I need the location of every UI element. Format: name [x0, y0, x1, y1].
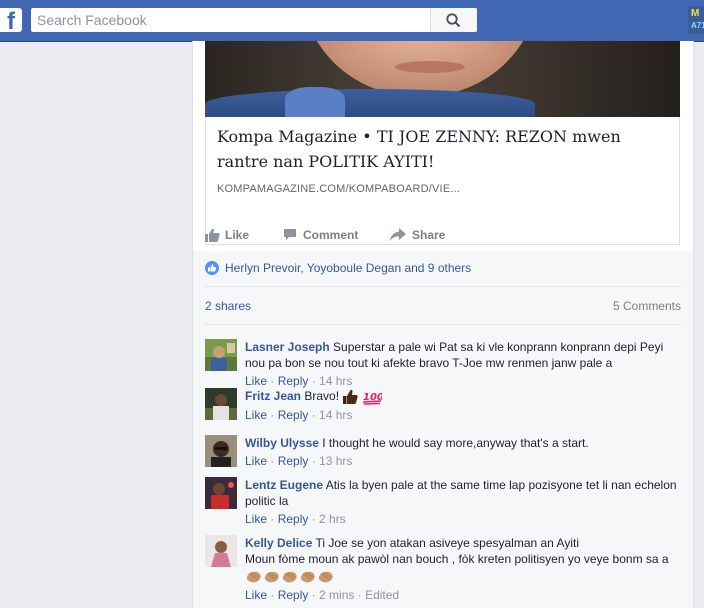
comment-icon: [284, 229, 296, 240]
post-actions: Like Comment Share: [205, 219, 680, 252]
edited-label[interactable]: Edited: [365, 588, 399, 602]
comment-like-link[interactable]: Like: [245, 512, 267, 526]
search-icon: [446, 13, 461, 28]
comment-time[interactable]: 13 hrs: [319, 454, 352, 468]
comment-like-link[interactable]: Like: [245, 454, 267, 468]
comment-text: Bravo!: [304, 389, 340, 403]
comment-reply-link[interactable]: Reply: [278, 408, 309, 422]
search-box: [31, 8, 477, 32]
comment-reply-link[interactable]: Reply: [278, 374, 309, 388]
comment-meta: Like · Reply · 2 hrs: [245, 512, 346, 526]
comment-like-link[interactable]: Like: [245, 374, 267, 388]
top-bar: f M A71N: [0, 0, 704, 42]
comment-like-link[interactable]: Like: [245, 588, 267, 602]
comment-meta: Like · Reply · 14 hrs: [245, 374, 353, 388]
avatar[interactable]: [205, 388, 237, 420]
clapping-hands-icon: [300, 571, 315, 583]
comment-text: I thought he would say more,anyway that'…: [322, 436, 589, 450]
comment-reply-link[interactable]: Reply: [278, 588, 309, 602]
facebook-logo[interactable]: f: [0, 8, 22, 32]
link-preview-image[interactable]: [205, 41, 680, 117]
comment-author[interactable]: Lasner Joseph: [245, 340, 330, 354]
comment-text-line-2: Moun fòme moun ak pawòl nan bouch , fòk …: [245, 552, 669, 566]
comments-section: Herlyn Prevoir, Yoyoboule Degan and 9 ot…: [193, 251, 693, 608]
comment-reply-link[interactable]: Reply: [278, 512, 309, 526]
comments-count[interactable]: 5 Comments: [613, 299, 681, 313]
link-title[interactable]: Kompa Magazine • TI JOE ZENNY: REZON mwe…: [217, 124, 657, 174]
comment-author[interactable]: Lentz Eugene: [245, 478, 323, 492]
clapping-hands-icon: [246, 571, 261, 583]
comment-time[interactable]: 14 hrs: [319, 408, 352, 422]
hundred-points-icon: 100: [362, 392, 382, 405]
like-reaction-icon: [205, 261, 219, 275]
comment-meta: Like · Reply · 14 hrs: [245, 407, 353, 422]
avatar[interactable]: [205, 435, 237, 467]
likers-names[interactable]: Herlyn Prevoir, Yoyoboule Degan and 9 ot…: [225, 261, 471, 275]
clapping-hands-icon: [318, 571, 333, 583]
share-arrow-icon: [390, 228, 406, 241]
comment-author[interactable]: Fritz Jean: [245, 389, 301, 403]
clapping-hands-icon: [264, 571, 279, 583]
thumbs-up-icon: [205, 228, 220, 242]
shares-count[interactable]: 2 shares: [205, 299, 251, 313]
comment-time[interactable]: 2 hrs: [319, 512, 346, 526]
search-button[interactable]: [430, 8, 477, 32]
comment-reply-link[interactable]: Reply: [278, 454, 309, 468]
avatar[interactable]: [205, 339, 237, 371]
divider: [205, 324, 681, 325]
link-domain: KOMPAMAGAZINE.COM/KOMPABOARD/VIE...: [217, 183, 461, 195]
comment-meta: Like · Reply · 2 mins · Edited: [245, 588, 400, 602]
avatar[interactable]: [205, 535, 237, 567]
comment-like-link[interactable]: Like: [245, 408, 267, 422]
profile-thumbnail[interactable]: M A71N: [688, 6, 704, 34]
clapping-hands-icon: [282, 571, 297, 583]
search-input[interactable]: [37, 11, 427, 29]
comment-meta: Like · Reply · 13 hrs: [245, 454, 353, 468]
clapping-hands-emojis: [245, 567, 335, 585]
divider: [205, 286, 681, 287]
post-card: Kompa Magazine • TI JOE ZENNY: REZON mwe…: [192, 41, 694, 608]
avatar[interactable]: [205, 477, 237, 509]
thumbs-up-icon: [343, 389, 359, 404]
comment-author[interactable]: Wilby Ulysse: [245, 436, 319, 450]
comment-time[interactable]: 14 hrs: [319, 374, 352, 388]
comment-author[interactable]: Kelly Delice: [245, 536, 312, 550]
comment-time[interactable]: 2 mins: [319, 588, 354, 602]
comment-text: Ti Joe se yon atakan asiveye spesyalman …: [315, 536, 579, 550]
